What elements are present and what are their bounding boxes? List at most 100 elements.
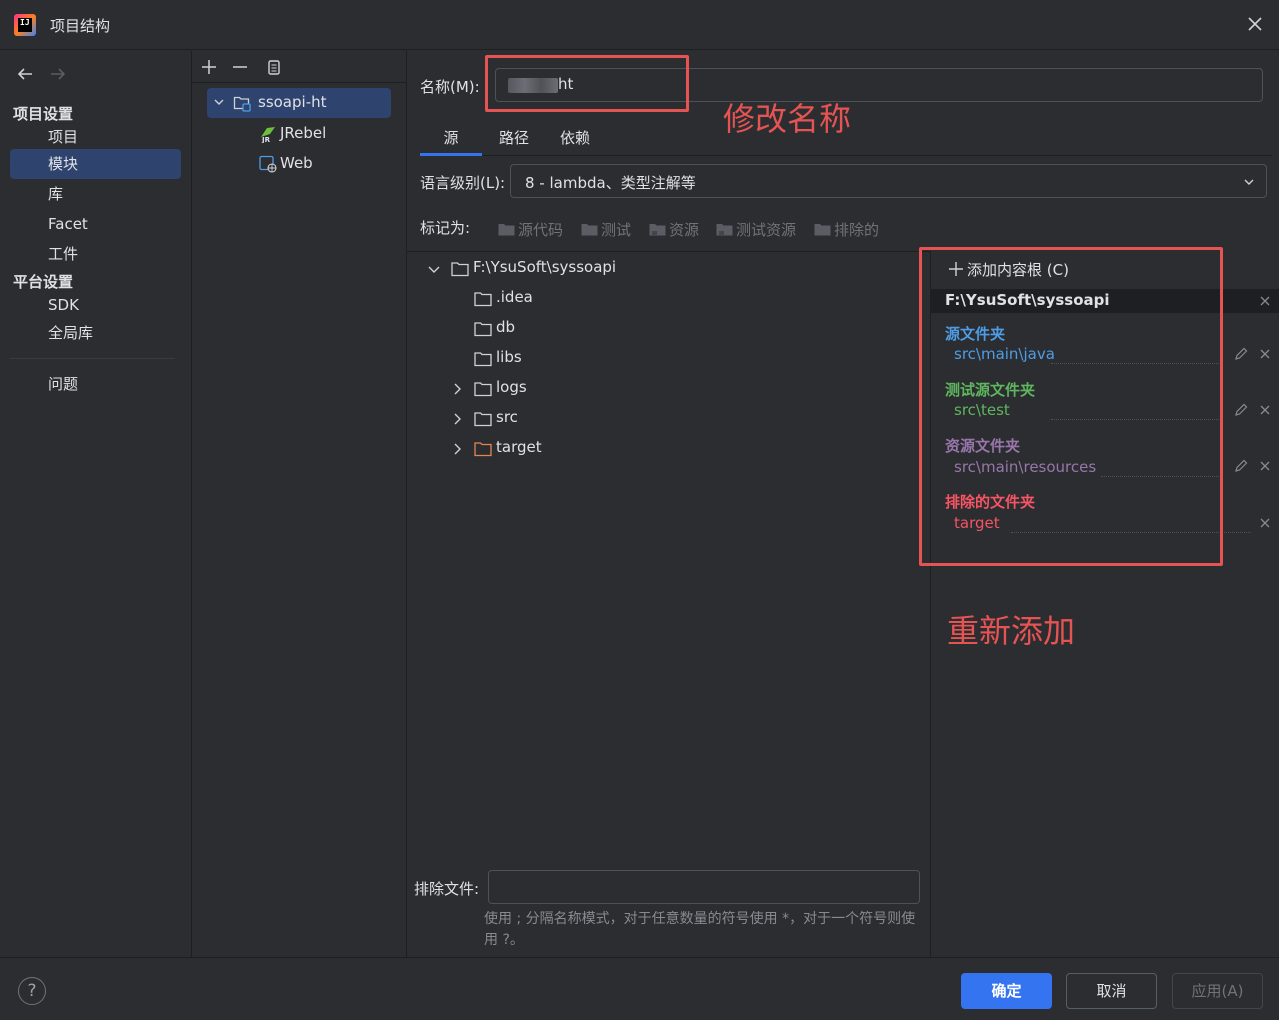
ok-button[interactable]: 确定: [961, 973, 1052, 1009]
folder-icon: [814, 224, 831, 236]
tab-dependencies[interactable]: 依赖: [550, 121, 600, 156]
tree-row-logs[interactable]: logs: [450, 375, 650, 403]
tree-label: db: [496, 318, 516, 336]
close-icon[interactable]: [1243, 12, 1267, 36]
directory-tree: F:\YsuSoft\syssoapi .idea db libs logs s…: [407, 251, 930, 851]
add-icon[interactable]: [198, 56, 220, 78]
cancel-button[interactable]: 取消: [1066, 973, 1157, 1009]
module-toolbar: [192, 51, 406, 83]
close-icon[interactable]: [1257, 402, 1273, 418]
test-resources-folder-icon: [716, 224, 733, 236]
folder-icon: [474, 292, 492, 307]
dialog-footer: ? 确定 取消 应用(A): [0, 957, 1279, 1020]
tree-label: libs: [496, 348, 522, 366]
tree-row-src[interactable]: src: [450, 405, 650, 433]
chevron-right-icon[interactable]: [450, 442, 464, 456]
chevron-right-icon[interactable]: [450, 412, 464, 426]
sidebar-divider: [10, 358, 175, 359]
module-tabs: 源 路径 依赖: [420, 121, 1272, 156]
remove-root-icon[interactable]: [1258, 294, 1272, 308]
folder-icon: [581, 224, 598, 236]
mark-resources-label: 资源: [669, 221, 700, 239]
tree-label: target: [496, 438, 542, 456]
mark-tests-button[interactable]: 测试: [581, 219, 631, 239]
platform-settings-heading: 平台设置: [13, 273, 74, 291]
svg-text:JR: JR: [261, 136, 271, 143]
tree-label: src: [496, 408, 518, 426]
intellij-logo-icon: IJ: [14, 14, 36, 36]
sidebar-item-sdk[interactable]: SDK: [10, 290, 181, 320]
chevron-down-icon[interactable]: [427, 262, 441, 276]
sidebar-item-modules[interactable]: 模块: [10, 149, 181, 179]
pencil-icon[interactable]: [1233, 346, 1249, 362]
annotation-readd: 重新添加: [947, 612, 1076, 650]
close-icon[interactable]: [1257, 458, 1273, 474]
sidebar-item-facets[interactable]: Facet: [10, 209, 181, 239]
copy-icon[interactable]: [263, 56, 285, 78]
sidebar-item-global-libraries[interactable]: 全局库: [10, 318, 181, 348]
pencil-icon[interactable]: [1233, 458, 1249, 474]
sidebar-item-libraries[interactable]: 库: [10, 179, 181, 209]
folder-icon: [451, 262, 469, 277]
mark-as-label: 标记为:: [420, 219, 471, 237]
mark-excluded-button[interactable]: 排除的: [814, 219, 879, 239]
language-level-value: 8 - lambda、类型注解等: [525, 174, 696, 192]
sidebar-item-problems[interactable]: 问题: [10, 369, 181, 399]
mark-tests-label: 测试: [601, 221, 632, 239]
tree-row-db[interactable]: db: [450, 315, 650, 343]
title-bar: IJ 项目结构: [0, 0, 1279, 50]
folder-icon: [474, 382, 492, 397]
module-folder-icon: [233, 96, 251, 112]
exclude-files-hint: 使用 ; 分隔名称模式，对于任意数量的符号使用 *，对于一个符号则使用 ?。: [484, 911, 916, 948]
tab-sources[interactable]: 源: [420, 121, 482, 156]
language-level-select[interactable]: 8 - lambda、类型注解等: [510, 164, 1267, 198]
apply-button[interactable]: 应用(A): [1172, 973, 1263, 1009]
facet-label: Web: [280, 154, 313, 172]
folder-icon: [474, 412, 492, 427]
remove-icon[interactable]: [229, 56, 251, 78]
name-label: 名称(M):: [420, 78, 480, 96]
mark-resources-button[interactable]: 资源: [649, 219, 699, 239]
tree-label: .idea: [496, 288, 533, 306]
annotation-box-name: [485, 55, 689, 112]
tree-row-idea[interactable]: .idea: [450, 285, 650, 313]
tree-label: logs: [496, 378, 527, 396]
forward-arrow-icon[interactable]: [47, 63, 69, 85]
excluded-folder-icon: [474, 442, 492, 457]
exclude-files-label: 排除文件:: [414, 880, 480, 898]
mark-test-resources-button[interactable]: 测试资源: [716, 219, 796, 239]
resources-folder-icon: [649, 224, 666, 236]
tree-row-libs[interactable]: libs: [450, 345, 650, 373]
window-title: 项目结构: [50, 17, 111, 35]
sidebar-item-project[interactable]: 项目: [10, 122, 181, 152]
module-settings-panel: 名称(M): ht 修改名称 源 路径 依赖 语言级别(L): 8 - lamb…: [407, 51, 1279, 957]
folder-icon: [498, 224, 515, 236]
tab-paths[interactable]: 路径: [489, 121, 539, 156]
language-level-label: 语言级别(L):: [420, 174, 506, 192]
close-icon[interactable]: [1257, 346, 1273, 362]
chevron-down-icon[interactable]: [211, 94, 227, 110]
mark-test-resources-label: 测试资源: [736, 221, 797, 239]
settings-sidebar: 项目设置 项目 模块 库 Facet 工件 平台设置 SDK 全局库 问题: [0, 51, 192, 957]
chevron-down-icon: [1244, 179, 1254, 185]
facet-label: JRebel: [280, 124, 327, 142]
jrebel-icon: JR: [261, 127, 275, 143]
annotation-box-content-roots: [919, 247, 1223, 566]
mark-sources-label: 源代码: [518, 221, 564, 239]
tree-row-target[interactable]: target: [450, 435, 650, 463]
close-icon[interactable]: [1257, 515, 1273, 531]
mark-excluded-label: 排除的: [834, 221, 880, 239]
sidebar-item-artifacts[interactable]: 工件: [10, 239, 181, 269]
tree-row-root[interactable]: F:\YsuSoft\syssoapi: [427, 255, 727, 283]
help-button[interactable]: ?: [18, 977, 46, 1005]
chevron-right-icon[interactable]: [450, 382, 464, 396]
pencil-icon[interactable]: [1233, 402, 1249, 418]
folder-icon: [474, 322, 492, 337]
tree-root-label: F:\YsuSoft\syssoapi: [473, 258, 617, 276]
mark-sources-button[interactable]: 源代码: [498, 219, 563, 239]
module-row-ssoapi-ht[interactable]: ssoapi-ht: [207, 88, 391, 118]
module-name: ssoapi-ht: [258, 93, 327, 111]
exclude-files-input[interactable]: [488, 870, 920, 904]
back-arrow-icon[interactable]: [14, 63, 36, 85]
module-tree-panel: ssoapi-ht JR JRebel Web: [192, 51, 407, 957]
